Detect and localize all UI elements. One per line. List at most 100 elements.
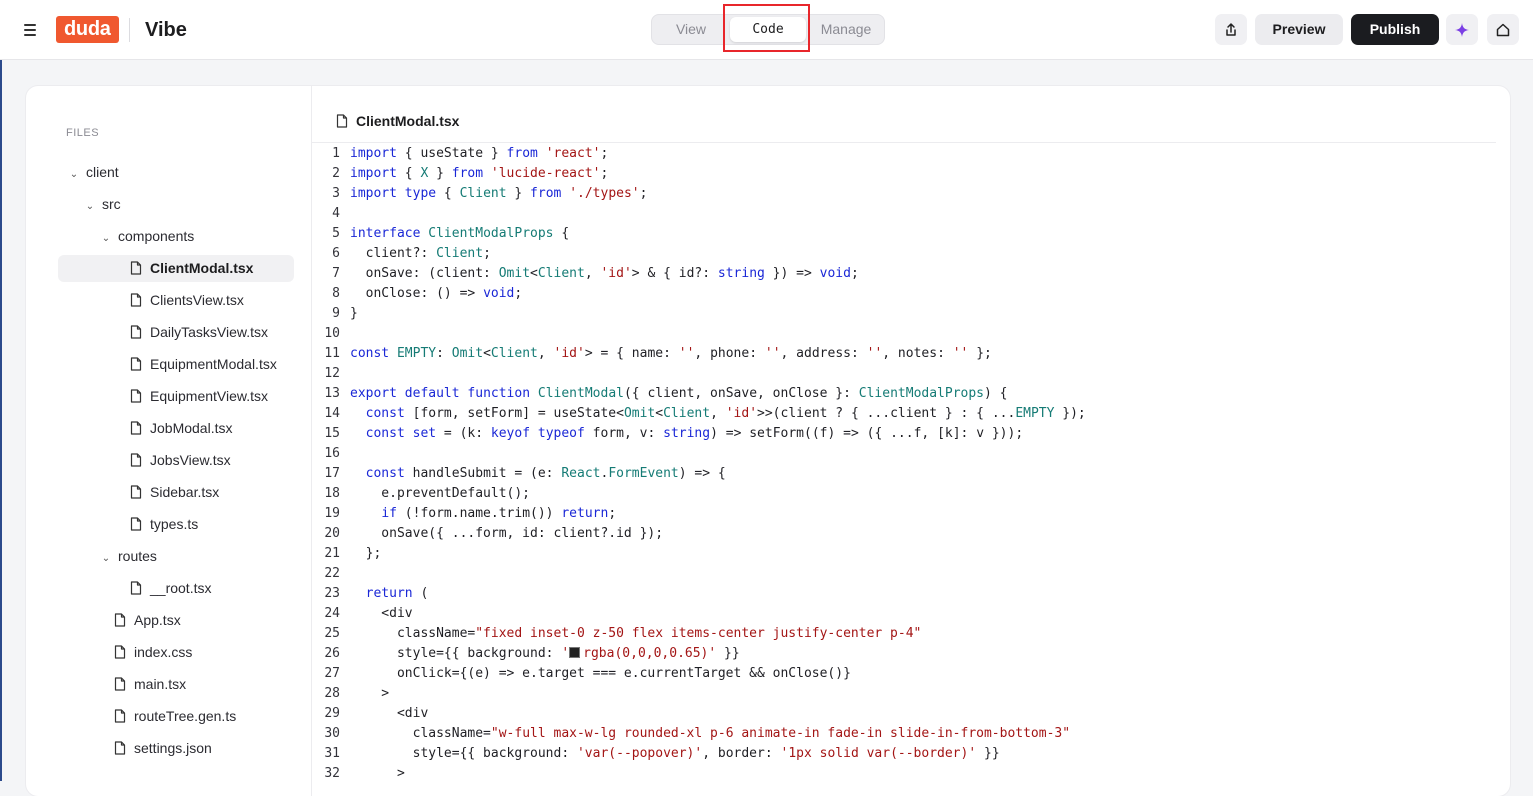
- code-token: interface: [350, 226, 421, 241]
- code-token: 'react': [545, 146, 601, 161]
- code-token: ;: [608, 506, 617, 521]
- chevron-down-icon: ⌄: [101, 553, 111, 564]
- line-number: 23: [324, 586, 340, 601]
- tree-folder-client[interactable]: ⌄ client: [66, 159, 119, 186]
- line-number: 4: [332, 206, 340, 221]
- code-token: '': [866, 346, 883, 361]
- code-token: from: [530, 186, 562, 201]
- publish-button[interactable]: Publish: [1351, 14, 1439, 45]
- code-token: = (k:: [436, 426, 491, 441]
- tab-manage[interactable]: Manage: [808, 15, 884, 44]
- code-token: ,: [584, 266, 601, 281]
- tree-file-dailytasksview[interactable]: DailyTasksView.tsx: [130, 319, 268, 346]
- tree-label: main.tsx: [134, 676, 187, 692]
- code-token: '': [952, 346, 969, 361]
- code-line: 31 style={{ background: 'var(--popover)'…: [312, 744, 1086, 764]
- code-token: void: [819, 266, 851, 281]
- tree-file-index-css[interactable]: index.css: [114, 639, 192, 666]
- code-text: onClick={(e) => e.target === e.currentTa…: [350, 664, 851, 684]
- ai-assistant-button[interactable]: [1446, 14, 1478, 45]
- tree-file-equipmentview[interactable]: EquipmentView.tsx: [130, 383, 268, 410]
- code-token: return: [561, 506, 609, 521]
- code-lines[interactable]: 1 import { useState } from 'react'; 2 impor…: [312, 144, 1086, 784]
- code-line: 8 onClose: () => void;: [312, 284, 1086, 304]
- code-token: void: [483, 286, 515, 301]
- tree-file-sidebar[interactable]: Sidebar.tsx: [130, 479, 219, 506]
- code-line: 13 export default function ClientModal({ …: [312, 384, 1086, 404]
- line-number: 5: [332, 226, 340, 241]
- home-button[interactable]: [1487, 14, 1519, 45]
- tree-file-types[interactable]: types.ts: [130, 511, 198, 538]
- code-token: ;: [639, 186, 648, 201]
- code-line: 11 const EMPTY: Omit<Client, 'id'> = { na…: [312, 344, 1086, 364]
- code-panel: FILES ⌄ client ⌄ src ⌄ components ClientMod…: [26, 86, 1510, 796]
- code-token: <div: [350, 706, 429, 721]
- tree-folder-src[interactable]: ⌄ src: [82, 191, 121, 218]
- line-number: 14: [324, 406, 340, 421]
- code-token: if: [381, 506, 397, 521]
- file-icon: [130, 581, 142, 595]
- share-button[interactable]: [1215, 14, 1247, 45]
- code-token: style={{ background:: [350, 746, 577, 761]
- code-line: 27 onClick={(e) => e.target === e.curren…: [312, 664, 1086, 684]
- code-token: ;: [850, 266, 859, 281]
- line-number: 19: [324, 506, 340, 521]
- line-number: 8: [332, 286, 340, 301]
- code-line: 1 import { useState } from 'react';: [312, 144, 1086, 164]
- code-token: >>(client ? { ...client } : { ...: [757, 406, 1016, 421]
- tree-file-clientsview[interactable]: ClientsView.tsx: [130, 287, 244, 314]
- mode-switcher: View Code Manage: [651, 14, 885, 45]
- tree-file-root[interactable]: __root.tsx: [130, 575, 211, 602]
- line-number: 11: [324, 346, 340, 361]
- code-token: ) {: [984, 386, 1008, 401]
- tree-label: types.ts: [150, 516, 199, 532]
- menu-icon[interactable]: [24, 20, 40, 40]
- file-icon: [130, 389, 142, 403]
- share-icon: [1226, 22, 1236, 36]
- tree-folder-routes[interactable]: ⌄ routes: [98, 543, 157, 570]
- editor-file-header: ClientModal.tsx: [336, 111, 459, 131]
- code-token: :: [436, 346, 452, 361]
- code-token: './types': [569, 186, 640, 201]
- tree-file-routetree[interactable]: routeTree.gen.ts: [114, 703, 236, 730]
- tree-file-jobmodal[interactable]: JobModal.tsx: [130, 415, 232, 442]
- code-text: return (: [350, 584, 429, 604]
- tree-file-app[interactable]: App.tsx: [114, 607, 181, 634]
- file-icon: [114, 613, 126, 627]
- code-token: ': [561, 646, 570, 661]
- code-token: string: [717, 266, 765, 281]
- home-icon: [1496, 23, 1510, 36]
- file-icon: [130, 517, 142, 531]
- tree-file-jobsview[interactable]: JobsView.tsx: [130, 447, 231, 474]
- code-token: ,: [710, 406, 726, 421]
- code-token: }}: [716, 646, 740, 661]
- tab-view[interactable]: View: [652, 15, 730, 44]
- tab-code[interactable]: Code: [730, 17, 806, 42]
- code-token: import: [350, 166, 397, 181]
- code-text: };: [350, 544, 382, 564]
- tree-file-main[interactable]: main.tsx: [114, 671, 186, 698]
- tree-file-equipmentmodal[interactable]: EquipmentModal.tsx: [130, 351, 277, 378]
- code-text: import { useState } from 'react';: [350, 144, 608, 164]
- top-bar: duda Vibe View Code Manage Preview Publi…: [0, 0, 1533, 60]
- tree-folder-components[interactable]: ⌄ components: [98, 223, 194, 250]
- code-line: 29 <div: [312, 704, 1086, 724]
- code-text: export default function ClientModal({ cl…: [350, 384, 1008, 404]
- code-line: 5 interface ClientModalProps {: [312, 224, 1086, 244]
- file-icon: [130, 357, 142, 371]
- code-token: ;: [483, 246, 491, 261]
- tree-label: JobsView.tsx: [150, 452, 231, 468]
- tree-file-clientmodal[interactable]: ClientModal.tsx: [58, 255, 294, 282]
- preview-button[interactable]: Preview: [1255, 14, 1343, 45]
- tree-file-settings[interactable]: settings.json: [114, 735, 212, 762]
- code-text: >: [350, 764, 405, 784]
- code-line: 25 className="fixed inset-0 z-50 flex it…: [312, 624, 1086, 644]
- code-text: style={{ background: 'var(--popover)', b…: [350, 744, 1000, 764]
- tree-label: Sidebar.tsx: [150, 484, 220, 500]
- code-token: typeof: [537, 426, 585, 441]
